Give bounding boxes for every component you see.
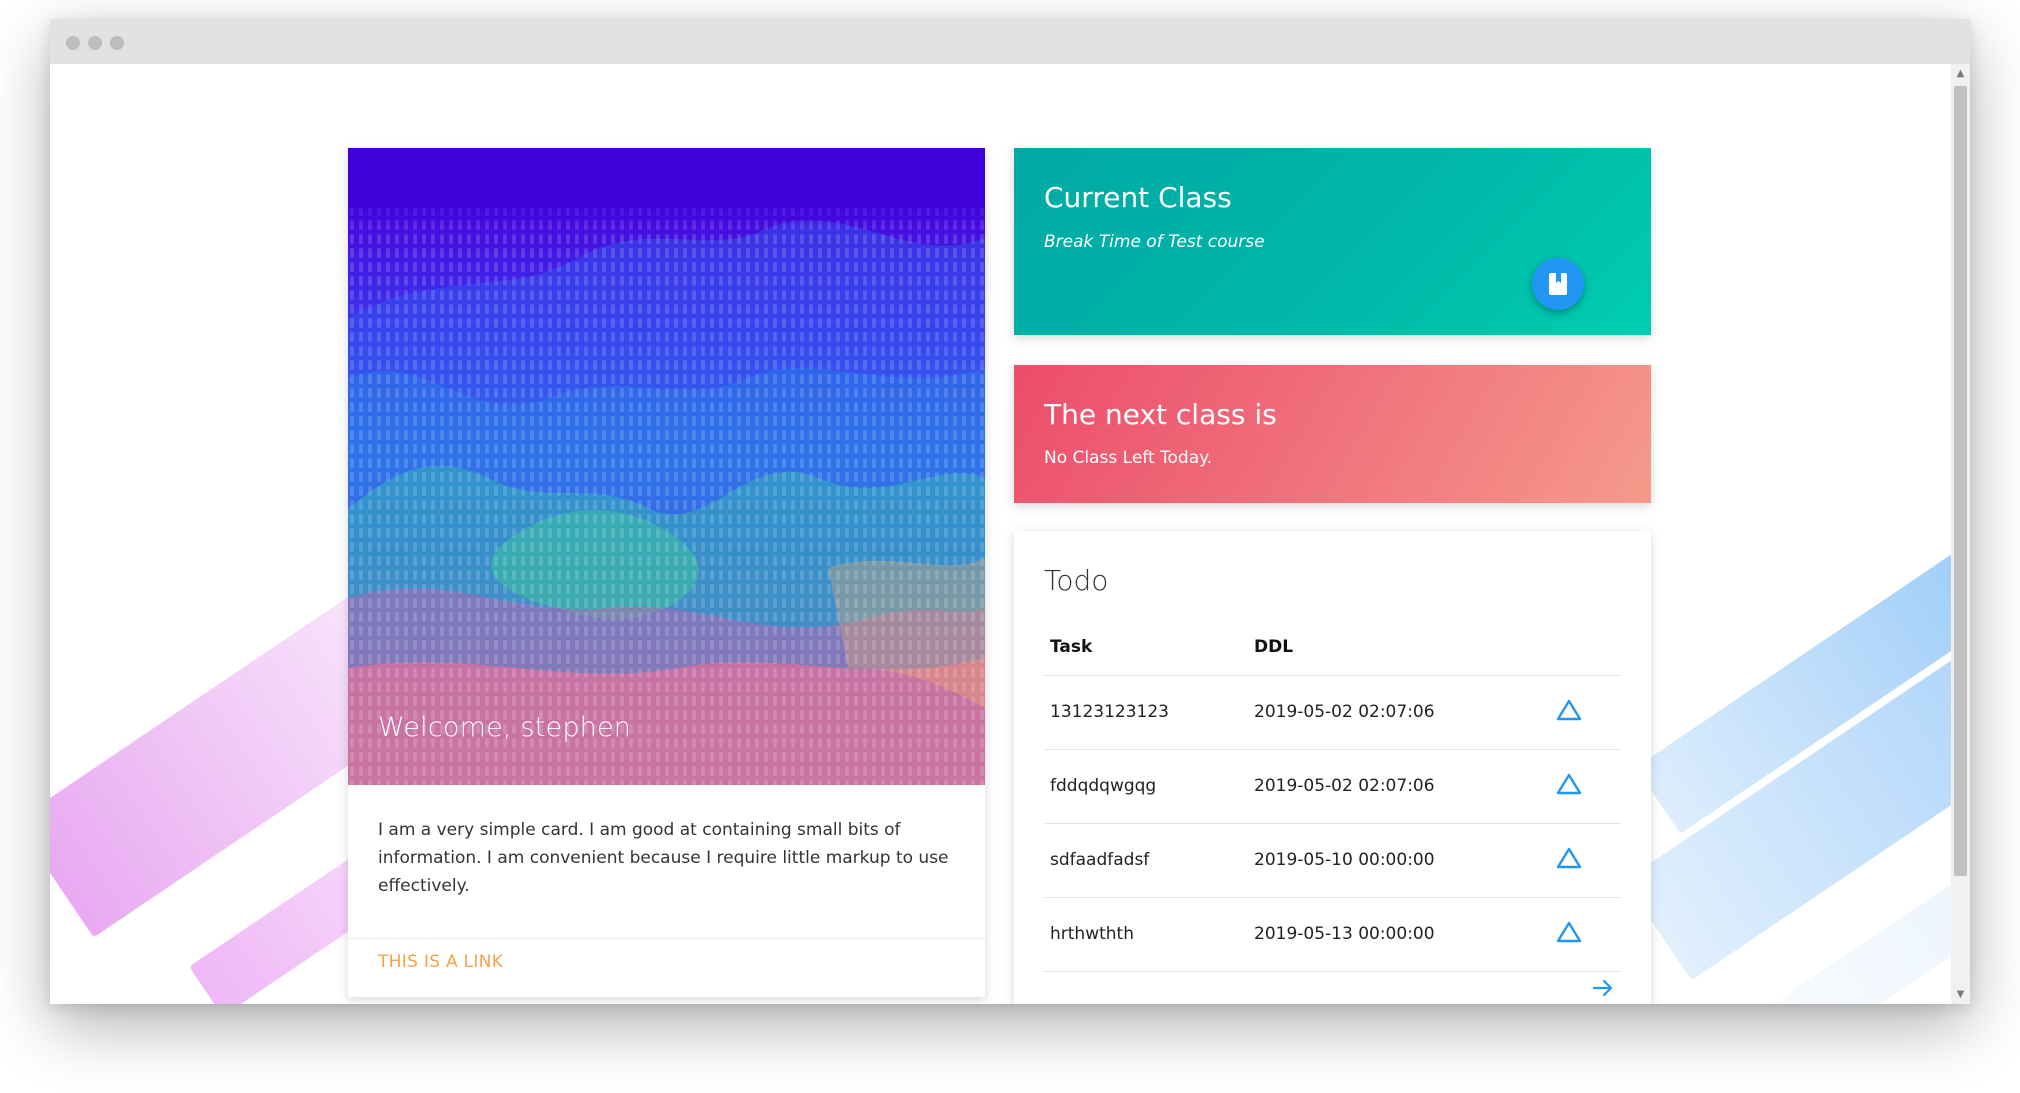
welcome-card: Welcome, stephen I am a very simple card… (348, 148, 985, 997)
book-icon (1549, 273, 1567, 295)
card-divider (348, 938, 985, 939)
window-minimize-dot[interactable] (88, 36, 102, 50)
triangle-outline-icon[interactable] (1556, 920, 1582, 944)
scroll-up-icon[interactable]: ▲ (1951, 64, 1970, 83)
triangle-outline-icon[interactable] (1556, 698, 1582, 722)
table-row: 13123123123 2019-05-02 02:07:06 (1044, 676, 1621, 750)
next-class-title: The next class is (1044, 398, 1277, 431)
task-cell: fddqdqwgqg (1050, 776, 1157, 796)
arrow-right-icon[interactable] (1591, 976, 1615, 1000)
welcome-title: Welcome, stephen (378, 712, 632, 743)
task-cell: sdfaadfadsf (1050, 850, 1150, 870)
ddl-cell: 2019-05-10 00:00:00 (1254, 850, 1435, 870)
todo-card: Todo Task DDL 13123123123 2019-05-02 02:… (1014, 531, 1651, 1004)
hero-image: Welcome, stephen (348, 148, 985, 785)
browser-titlebar (50, 19, 1970, 64)
welcome-description: I am a very simple card. I am good at co… (378, 820, 949, 896)
ddl-cell: 2019-05-02 02:07:06 (1254, 702, 1435, 722)
window-maximize-dot[interactable] (110, 36, 124, 50)
column-header-ddl: DDL (1254, 637, 1294, 657)
table-row: hrthwthth 2019-05-13 00:00:00 (1044, 898, 1621, 972)
triangle-outline-icon[interactable] (1556, 772, 1582, 796)
next-class-subtitle: No Class Left Today. (1044, 448, 1213, 468)
current-class-subtitle: Break Time of Test course (1044, 232, 1265, 252)
current-class-card: Current Class Break Time of Test course (1014, 148, 1651, 335)
book-button[interactable] (1532, 258, 1584, 310)
task-cell: 13123123123 (1050, 702, 1169, 722)
column-header-task: Task (1050, 637, 1093, 657)
current-class-title: Current Class (1044, 181, 1232, 214)
window-close-dot[interactable] (66, 36, 80, 50)
table-row: sdfaadfadsf 2019-05-10 00:00:00 (1044, 824, 1621, 898)
page-viewport: Welcome, stephen I am a very simple card… (50, 64, 1951, 1004)
scroll-down-icon[interactable]: ▼ (1951, 985, 1970, 1004)
browser-window: Welcome, stephen I am a very simple card… (50, 19, 1970, 1004)
wave-pattern (348, 148, 985, 785)
card-link[interactable]: THIS IS A LINK (378, 952, 503, 972)
next-class-card: The next class is No Class Left Today. (1014, 365, 1651, 503)
row-divider (1044, 971, 1621, 972)
vertical-scrollbar[interactable]: ▲ ▼ (1951, 64, 1970, 1004)
ddl-cell: 2019-05-02 02:07:06 (1254, 776, 1435, 796)
task-cell: hrthwthth (1050, 924, 1134, 944)
table-row: fddqdqwgqg 2019-05-02 02:07:06 (1044, 750, 1621, 824)
todo-title: Todo (1044, 564, 1109, 597)
ddl-cell: 2019-05-13 00:00:00 (1254, 924, 1435, 944)
triangle-outline-icon[interactable] (1556, 846, 1582, 870)
scroll-thumb[interactable] (1954, 86, 1967, 876)
